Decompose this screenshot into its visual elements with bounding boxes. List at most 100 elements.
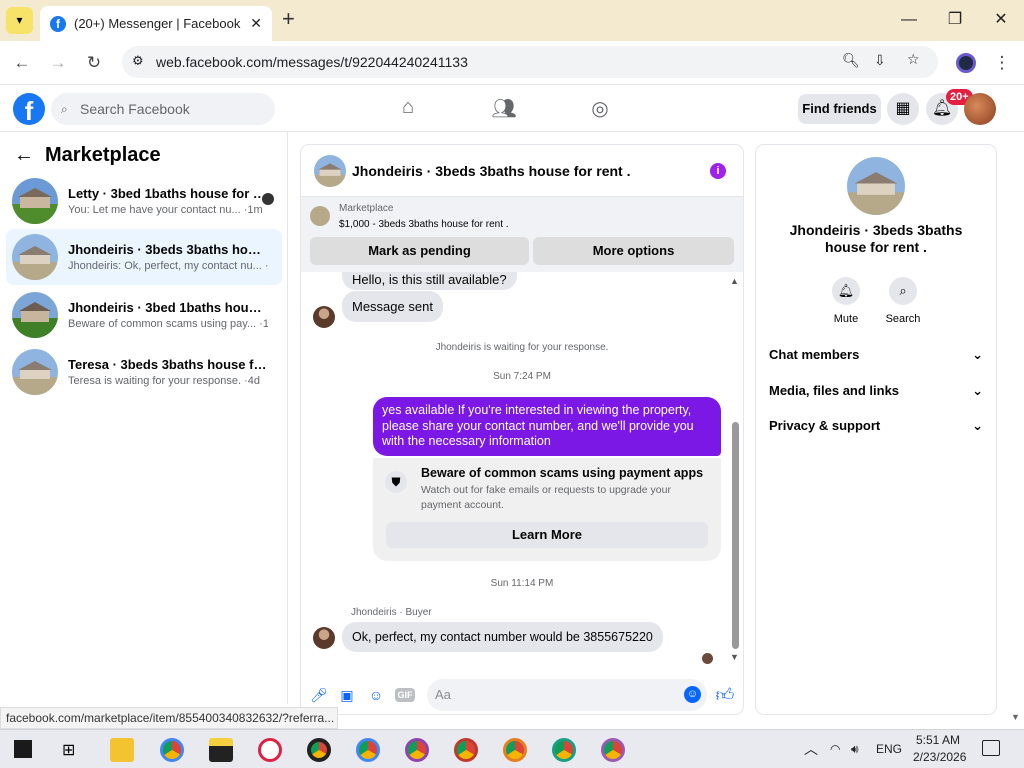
- conversation-item[interactable]: Jhondeiris · 3beds 3baths house fo...Jho…: [6, 229, 282, 285]
- network-icon[interactable]: ◠: [830, 742, 840, 756]
- chat-header: Jhondeiris · 3beds 3baths house for rent…: [301, 145, 743, 197]
- chat-title[interactable]: Jhondeiris · 3beds 3baths house for rent…: [352, 163, 631, 179]
- panel-title: Marketplace: [45, 144, 161, 166]
- listing-profile-image: [847, 157, 905, 215]
- bookmark-star-icon[interactable]: ☆: [907, 51, 920, 68]
- listing-thumbnail: [12, 292, 58, 338]
- marketplace-listing-card: Marketplace $1,000 - 3beds 3baths house …: [301, 197, 743, 272]
- chrome-profile-icon[interactable]: [601, 738, 625, 762]
- account-avatar[interactable]: [964, 93, 996, 125]
- start-windows-icon[interactable]: [14, 740, 32, 758]
- info-icon[interactable]: i: [710, 163, 726, 179]
- back-arrow-icon[interactable]: ←: [14, 144, 34, 167]
- conversation-item[interactable]: Letty · 3bed 1baths house for re... You: …: [6, 173, 282, 229]
- message-input[interactable]: Aa ☺: [427, 679, 707, 711]
- chrome-profile-icon[interactable]: [552, 738, 576, 762]
- tab-search-dropdown[interactable]: ▾: [6, 7, 33, 34]
- install-app-icon[interactable]: ⇩: [874, 52, 886, 69]
- mark-as-pending-button[interactable]: Mark as pending: [310, 237, 529, 265]
- search-icon: ⌕: [61, 102, 68, 116]
- photo-icon[interactable]: ▣: [337, 685, 357, 705]
- like-thumb-icon[interactable]: 👍︎: [715, 685, 735, 705]
- facebook-logo[interactable]: f: [13, 93, 45, 126]
- marketplace-label: Marketplace: [339, 203, 394, 214]
- address-bar[interactable]: ⚙ web.facebook.com/messages/t/9220442402…: [122, 46, 938, 78]
- chat-panel: Jhondeiris · 3beds 3baths house for rent…: [301, 145, 743, 714]
- emoji-icon[interactable]: ☺: [684, 686, 701, 703]
- chrome-profile-icon[interactable]: [356, 738, 380, 762]
- message-bubble-incoming: Hello, is this still available?: [342, 272, 517, 290]
- learn-more-button[interactable]: Learn More: [386, 522, 708, 548]
- close-window-icon[interactable]: ✕: [986, 8, 1016, 32]
- site-info-icon[interactable]: ⚙: [132, 53, 144, 69]
- find-friends-button[interactable]: Find friends: [798, 94, 881, 124]
- language-indicator[interactable]: ENG: [876, 742, 902, 756]
- new-tab-button[interactable]: +: [282, 6, 295, 32]
- notification-center-icon[interactable]: [982, 740, 1000, 756]
- listing-thumbnail: [12, 178, 58, 224]
- message-composer: 🎤︎ ▣ ☺ GIF Aa ☺ 👍︎: [301, 675, 743, 715]
- browser-toolbar: ← → ↻ ⚙ web.facebook.com/messages/t/9220…: [0, 41, 1024, 85]
- chrome-profile-icon[interactable]: [503, 738, 527, 762]
- media-files-links-row[interactable]: Media, files and links ⌄: [769, 383, 983, 399]
- back-icon[interactable]: ←: [10, 51, 34, 75]
- forward-icon[interactable]: →: [46, 51, 70, 75]
- message-bubble-incoming: Message sent: [342, 291, 443, 322]
- search-button[interactable]: ⌕ Search: [883, 277, 923, 325]
- page-scroll-down-icon[interactable]: ▼: [1011, 712, 1020, 722]
- groups-icon[interactable]: ◎: [586, 96, 614, 122]
- tray-chevron-icon[interactable]: ︿: [804, 739, 818, 759]
- search-icon: ⌕: [889, 277, 917, 305]
- scam-warning-body: Watch out for fake emails or requests to…: [421, 484, 671, 511]
- file-explorer-icon[interactable]: [110, 738, 134, 762]
- sticky-notes-icon[interactable]: [209, 738, 233, 762]
- mute-button[interactable]: 🔔︎ Mute: [826, 277, 866, 325]
- sticker-icon[interactable]: ☺: [366, 685, 386, 705]
- minimize-icon[interactable]: —: [894, 8, 924, 32]
- facebook-favicon-icon: f: [50, 15, 66, 32]
- scroll-down-arrow-icon[interactable]: ▼: [730, 652, 739, 662]
- chat-scrollbar-thumb[interactable]: [732, 422, 739, 649]
- chrome-profile-icon[interactable]: [307, 738, 331, 762]
- menu-grid-icon[interactable]: ▦: [887, 93, 919, 125]
- listing-mini-thumbnail: [310, 206, 330, 226]
- close-tab-icon[interactable]: ✕: [250, 15, 262, 32]
- clock-date[interactable]: 2/23/2026: [913, 750, 966, 764]
- chrome-profile-icon[interactable]: [405, 738, 429, 762]
- scam-warning-card: ⛊ Beware of common scams using payment a…: [373, 458, 721, 561]
- browser-tab-messenger[interactable]: f (20+) Messenger | Facebook ✕: [40, 6, 272, 41]
- message-bubble-outgoing: yes available If you're interested in vi…: [373, 397, 721, 456]
- chevron-down-icon: ⌄: [972, 347, 983, 362]
- restore-icon[interactable]: ❐: [940, 8, 970, 32]
- privacy-support-row[interactable]: Privacy & support ⌄: [769, 418, 983, 434]
- more-options-button[interactable]: More options: [533, 237, 734, 265]
- home-icon[interactable]: ⌂: [394, 96, 422, 122]
- volume-icon[interactable]: 🔊︎: [851, 742, 859, 757]
- clock-time[interactable]: 5:51 AM: [916, 733, 960, 747]
- listing-name: Jhondeiris · 3beds 3baths house for rent…: [789, 222, 963, 255]
- facebook-header: f ⌕ Search Facebook ⌂ 👥︎ ◎ Find friends …: [0, 86, 1024, 132]
- chat-members-row[interactable]: Chat members ⌄: [769, 347, 983, 363]
- shield-icon: ⛊: [385, 471, 407, 493]
- profile-icon[interactable]: [956, 53, 976, 73]
- tab-title: (20+) Messenger | Facebook: [74, 16, 241, 31]
- facebook-search-input[interactable]: ⌕ Search Facebook: [51, 93, 275, 125]
- menu-kebab-icon[interactable]: ⋮: [990, 51, 1014, 75]
- reload-icon[interactable]: ↻: [82, 51, 106, 75]
- chrome-profile-icon[interactable]: [454, 738, 478, 762]
- task-view-icon[interactable]: ⊞: [62, 740, 75, 760]
- snipping-tool-icon[interactable]: [258, 738, 282, 762]
- microphone-icon[interactable]: 🎤︎: [309, 685, 329, 705]
- contact-avatar: [313, 627, 335, 649]
- zoom-icon[interactable]: 🔍︎: [842, 52, 860, 69]
- url-text: web.facebook.com/messages/t/922044240241…: [156, 54, 468, 70]
- chrome-profile-icon[interactable]: [160, 738, 184, 762]
- gif-icon[interactable]: GIF: [395, 688, 415, 702]
- conversation-item[interactable]: Teresa · 3beds 3baths house for re...Ter…: [6, 344, 282, 400]
- chat-listing-thumbnail[interactable]: [314, 154, 346, 187]
- conversation-item[interactable]: Jhondeiris · 3bed 1baths house for...Bew…: [6, 287, 282, 343]
- friends-icon[interactable]: 👥︎: [490, 96, 518, 122]
- conversation-details-panel: Jhondeiris · 3beds 3baths house for rent…: [756, 145, 996, 714]
- scroll-up-arrow-icon[interactable]: ▲: [730, 276, 739, 286]
- listing-price-title[interactable]: $1,000 - 3beds 3baths house for rent .: [339, 219, 509, 230]
